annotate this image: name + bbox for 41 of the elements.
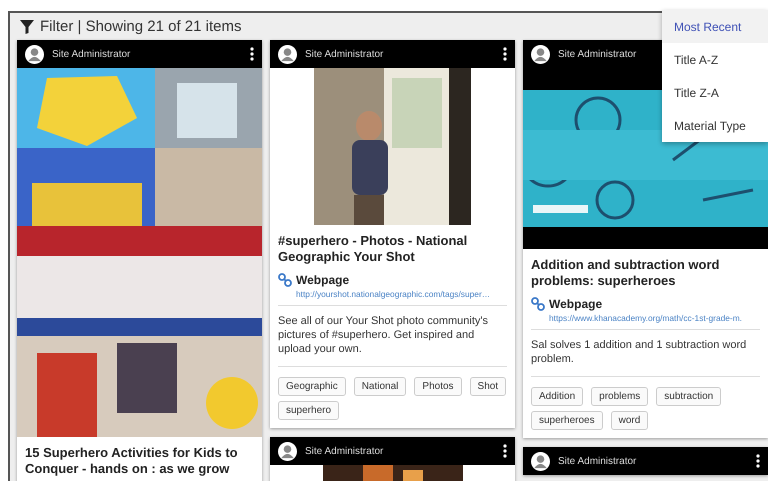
filter-summary[interactable]: Filter | Showing 21 of 21 items: [40, 18, 242, 35]
author-name: Site Administrator: [52, 48, 132, 60]
card-description: See all of our Your Shot photo community's pictures of #superhero. Get inspired and upload your own.: [278, 306, 507, 367]
tag[interactable]: Addition: [531, 387, 584, 406]
tag[interactable]: problems: [591, 387, 648, 406]
resource-type: Webpage: [296, 273, 350, 287]
author-name: Site Administrator: [558, 456, 638, 466]
filter-icon[interactable]: [20, 20, 34, 34]
resource-type: Webpage: [549, 297, 602, 311]
author-name: Site Administrator: [558, 48, 638, 60]
menu-item[interactable]: Title A-Z: [662, 43, 768, 76]
author-name: Site Administrator: [305, 48, 384, 60]
card-title[interactable]: 15 Superhero Activities for Kids to Conquer - hands on : as we grow: [25, 445, 254, 477]
menu-item[interactable]: Most Recent: [662, 10, 768, 43]
tag[interactable]: National: [354, 377, 406, 396]
tag[interactable]: Geographic: [278, 377, 346, 396]
menu-item[interactable]: Title Z-A: [662, 76, 768, 109]
tag[interactable]: superheroes: [531, 411, 603, 430]
tag[interactable]: subtraction: [656, 387, 722, 406]
tag[interactable]: superhero: [278, 401, 340, 420]
author-name: Site Administrator: [305, 446, 384, 456]
card-description: Sal solves 1 addition and 1 subtraction word problem.: [531, 330, 760, 377]
tag[interactable]: word: [610, 411, 648, 430]
url-link[interactable]: https://www.khanacademy.org/math/cc-1st-grade-m.: [549, 313, 742, 323]
avatar-icon: [278, 442, 297, 460]
url-link[interactable]: http://yourshot.nationalgeographic.com/tags/super…: [296, 289, 490, 299]
avatar-icon: [531, 452, 550, 470]
avatar-icon: [25, 44, 44, 64]
avatar-icon: [531, 44, 550, 64]
link-icon: [531, 297, 545, 311]
card-title[interactable]: #superhero - Photos - National Geographic Your Shot: [278, 233, 507, 265]
avatar-icon: [278, 44, 297, 64]
tag[interactable]: Shot: [470, 377, 506, 396]
menu-item[interactable]: Material Type: [662, 109, 768, 142]
more-icon[interactable]: [503, 444, 507, 458]
tag[interactable]: Photos: [414, 377, 462, 396]
more-icon[interactable]: [250, 47, 254, 61]
more-icon[interactable]: [756, 454, 760, 468]
link-icon: [278, 273, 292, 287]
more-icon[interactable]: [503, 47, 507, 61]
card-title[interactable]: Addition and subtraction word problems: superheroes: [531, 257, 760, 289]
